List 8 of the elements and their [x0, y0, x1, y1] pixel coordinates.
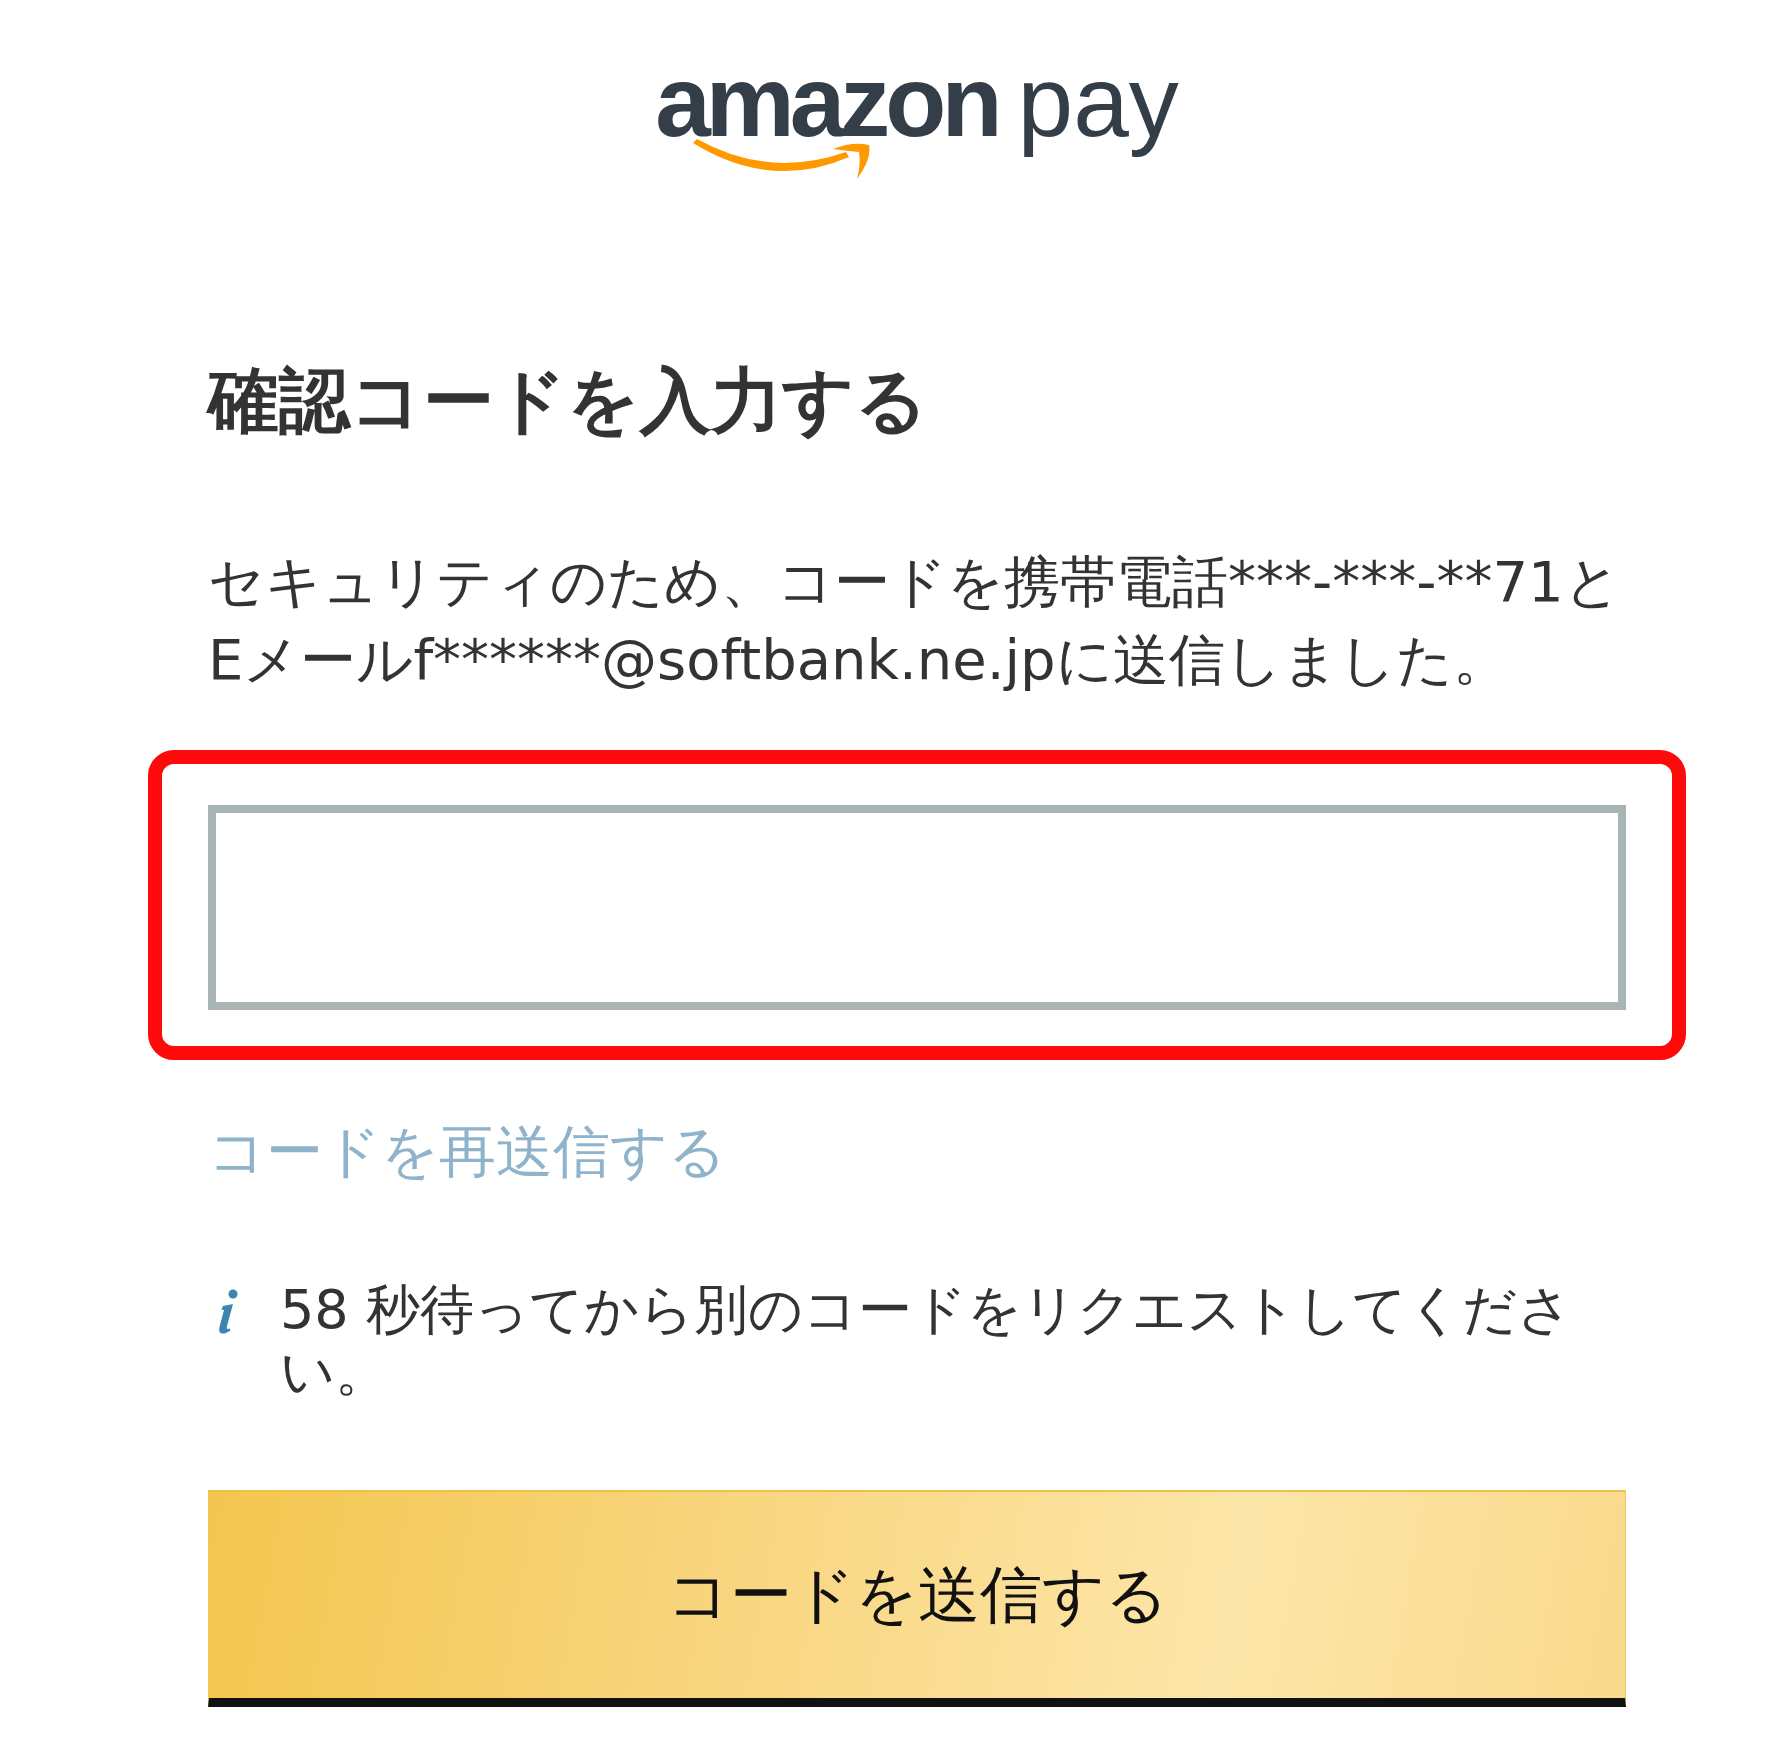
code-input-field[interactable] — [208, 805, 1626, 1011]
send-code-button[interactable]: コードを送信する — [208, 1490, 1626, 1708]
page-heading: 確認コードを入力する — [208, 358, 928, 444]
smile-arrow-icon — [693, 139, 872, 179]
message-text: セキュリティのため、コードを携帯電話***-***-**71とEメールf******@softbank.ne.jpに送信しました。 — [208, 548, 1622, 695]
logo-product-name: pay — [1016, 44, 1180, 159]
logo-wordmark: amazon — [654, 65, 999, 139]
wait-notice-text: 58 秒待ってから別のコードをリクエストしてください。 — [280, 1279, 1573, 1404]
